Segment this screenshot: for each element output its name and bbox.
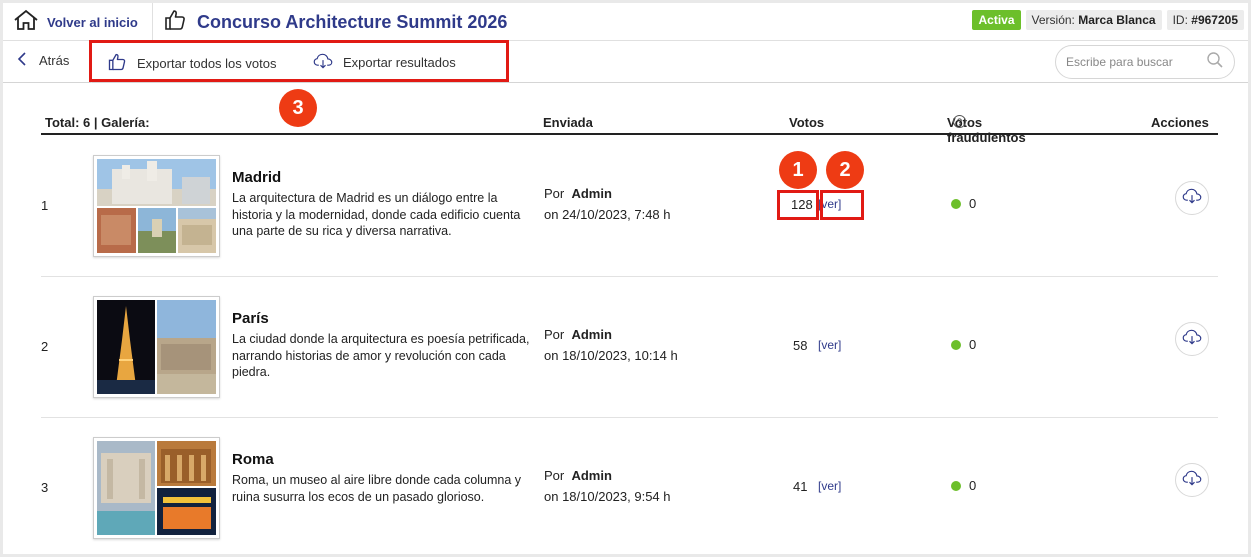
- export-all-votes-button[interactable]: Exportar todos los votos: [107, 52, 276, 75]
- contest-title-group: Concurso Architecture Summit 2026: [163, 7, 507, 37]
- home-icon: [13, 9, 39, 36]
- download-button[interactable]: [1175, 322, 1209, 356]
- back-button[interactable]: Atrás: [17, 51, 69, 70]
- id-label: ID:: [1172, 13, 1188, 27]
- callout-badge: 1: [779, 151, 817, 189]
- page-frame: Volver al inicio Concurso Architecture S…: [3, 3, 1248, 554]
- sent-date: on 18/10/2023, 10:14 h: [544, 348, 678, 363]
- item-title[interactable]: París: [232, 310, 269, 327]
- votes-count: 128: [791, 197, 813, 212]
- version-label: Versión:: [1031, 13, 1075, 27]
- thumbs-up-icon: [107, 52, 127, 75]
- callout-badge: 3: [279, 89, 317, 127]
- cloud-download-icon: [1182, 187, 1202, 210]
- cloud-download-icon: [1182, 328, 1202, 351]
- status-dot: [951, 198, 961, 209]
- table-row: 1 Madrid La arquitectura de Madrid es un…: [41, 136, 1218, 277]
- sent-date: on 24/10/2023, 7:48 h: [544, 207, 671, 222]
- search-box[interactable]: [1055, 45, 1235, 79]
- column-actions: Acciones: [1151, 115, 1209, 130]
- search-input[interactable]: [1066, 55, 1196, 69]
- toolbar: Atrás Exportar todos los votos Exportar …: [3, 41, 1248, 83]
- help-icon[interactable]: ?: [953, 115, 966, 128]
- top-header: Volver al inicio Concurso Architecture S…: [3, 3, 1248, 41]
- rome-gallery-thumbnail[interactable]: [93, 437, 220, 539]
- version-value: Marca Blanca: [1078, 13, 1156, 27]
- search-icon[interactable]: [1206, 51, 1224, 74]
- version-badge: Versión: Marca Blanca: [1025, 10, 1162, 30]
- by-user: Admin: [571, 327, 612, 342]
- column-sent: Enviada: [543, 115, 593, 130]
- row-index: 1: [41, 198, 49, 213]
- cloud-download-icon: [313, 52, 333, 73]
- sent-date: on 18/10/2023, 9:54 h: [544, 489, 671, 504]
- header-badges: Activa Versión: Marca Blanca ID: #967205: [972, 10, 1244, 30]
- by-user: Admin: [571, 468, 612, 483]
- status-dot: [951, 339, 961, 350]
- export-results-label: Exportar resultados: [343, 55, 456, 70]
- view-votes-link[interactable]: [ver]: [818, 479, 841, 493]
- column-votes: Votos: [789, 115, 825, 130]
- view-votes-link[interactable]: [ver]: [818, 338, 841, 352]
- item-title[interactable]: Roma: [232, 451, 274, 468]
- download-button[interactable]: [1175, 181, 1209, 215]
- status-badge: Activa: [972, 10, 1021, 30]
- by-label: Por: [544, 327, 565, 342]
- row-index: 2: [41, 339, 49, 354]
- fraud-votes: 0: [951, 478, 976, 493]
- sent-by: Por Admin: [544, 186, 612, 201]
- by-label: Por: [544, 468, 565, 483]
- toolbar-divider: [91, 41, 92, 83]
- votes-count: 58: [793, 338, 808, 353]
- page-title: Concurso Architecture Summit 2026: [197, 11, 508, 32]
- madrid-collage-image: [97, 159, 216, 253]
- id-badge: ID: #967205: [1166, 10, 1244, 30]
- status-dot: [951, 480, 961, 491]
- fraud-count: 0: [969, 337, 977, 352]
- table-row: 3 Roma Roma, un museo al aire libre dond…: [41, 418, 1218, 554]
- download-button[interactable]: [1175, 463, 1209, 497]
- rome-collage-image: [97, 441, 216, 535]
- table-header: Total: 6 | Galería: Enviada Votos Votos …: [41, 115, 1218, 145]
- back-label: Atrás: [39, 53, 70, 68]
- fraud-count: 0: [969, 478, 977, 493]
- view-votes-link[interactable]: [ver]: [818, 197, 841, 211]
- thumbs-up-icon: [163, 8, 187, 37]
- paris-gallery-thumbnail[interactable]: [93, 296, 220, 398]
- export-results-button[interactable]: Exportar resultados: [313, 52, 456, 73]
- cloud-download-icon: [1182, 469, 1202, 492]
- fraud-votes: 0: [951, 196, 976, 211]
- home-link-label: Volver al inicio: [47, 14, 138, 30]
- fraud-votes: 0: [951, 337, 976, 352]
- callout-badge: 2: [826, 151, 864, 189]
- home-link[interactable]: Volver al inicio: [13, 9, 138, 35]
- row-index: 3: [41, 480, 49, 495]
- by-user: Admin: [571, 186, 612, 201]
- item-description: La ciudad donde la arquitectura es poesí…: [232, 332, 530, 379]
- sent-by: Por Admin: [544, 327, 612, 342]
- item-description: La arquitectura de Madrid es un diálogo …: [232, 191, 521, 238]
- paris-collage-image: [97, 300, 216, 394]
- item-title[interactable]: Madrid: [232, 169, 281, 186]
- total-label: Total: 6 | Galería:: [45, 115, 150, 130]
- table-row: 2 París La ciudad donde la arquitectura …: [41, 277, 1218, 418]
- id-value: #967205: [1191, 13, 1238, 27]
- sent-by: Por Admin: [544, 468, 612, 483]
- by-label: Por: [544, 186, 565, 201]
- item-description: Roma, un museo al aire libre donde cada …: [232, 473, 522, 504]
- madrid-gallery-thumbnail[interactable]: [93, 155, 220, 257]
- votes-count: 41: [793, 479, 808, 494]
- fraud-count: 0: [969, 196, 977, 211]
- export-all-votes-label: Exportar todos los votos: [137, 56, 277, 71]
- chevron-left-icon: [17, 51, 27, 70]
- header-divider: [152, 3, 153, 41]
